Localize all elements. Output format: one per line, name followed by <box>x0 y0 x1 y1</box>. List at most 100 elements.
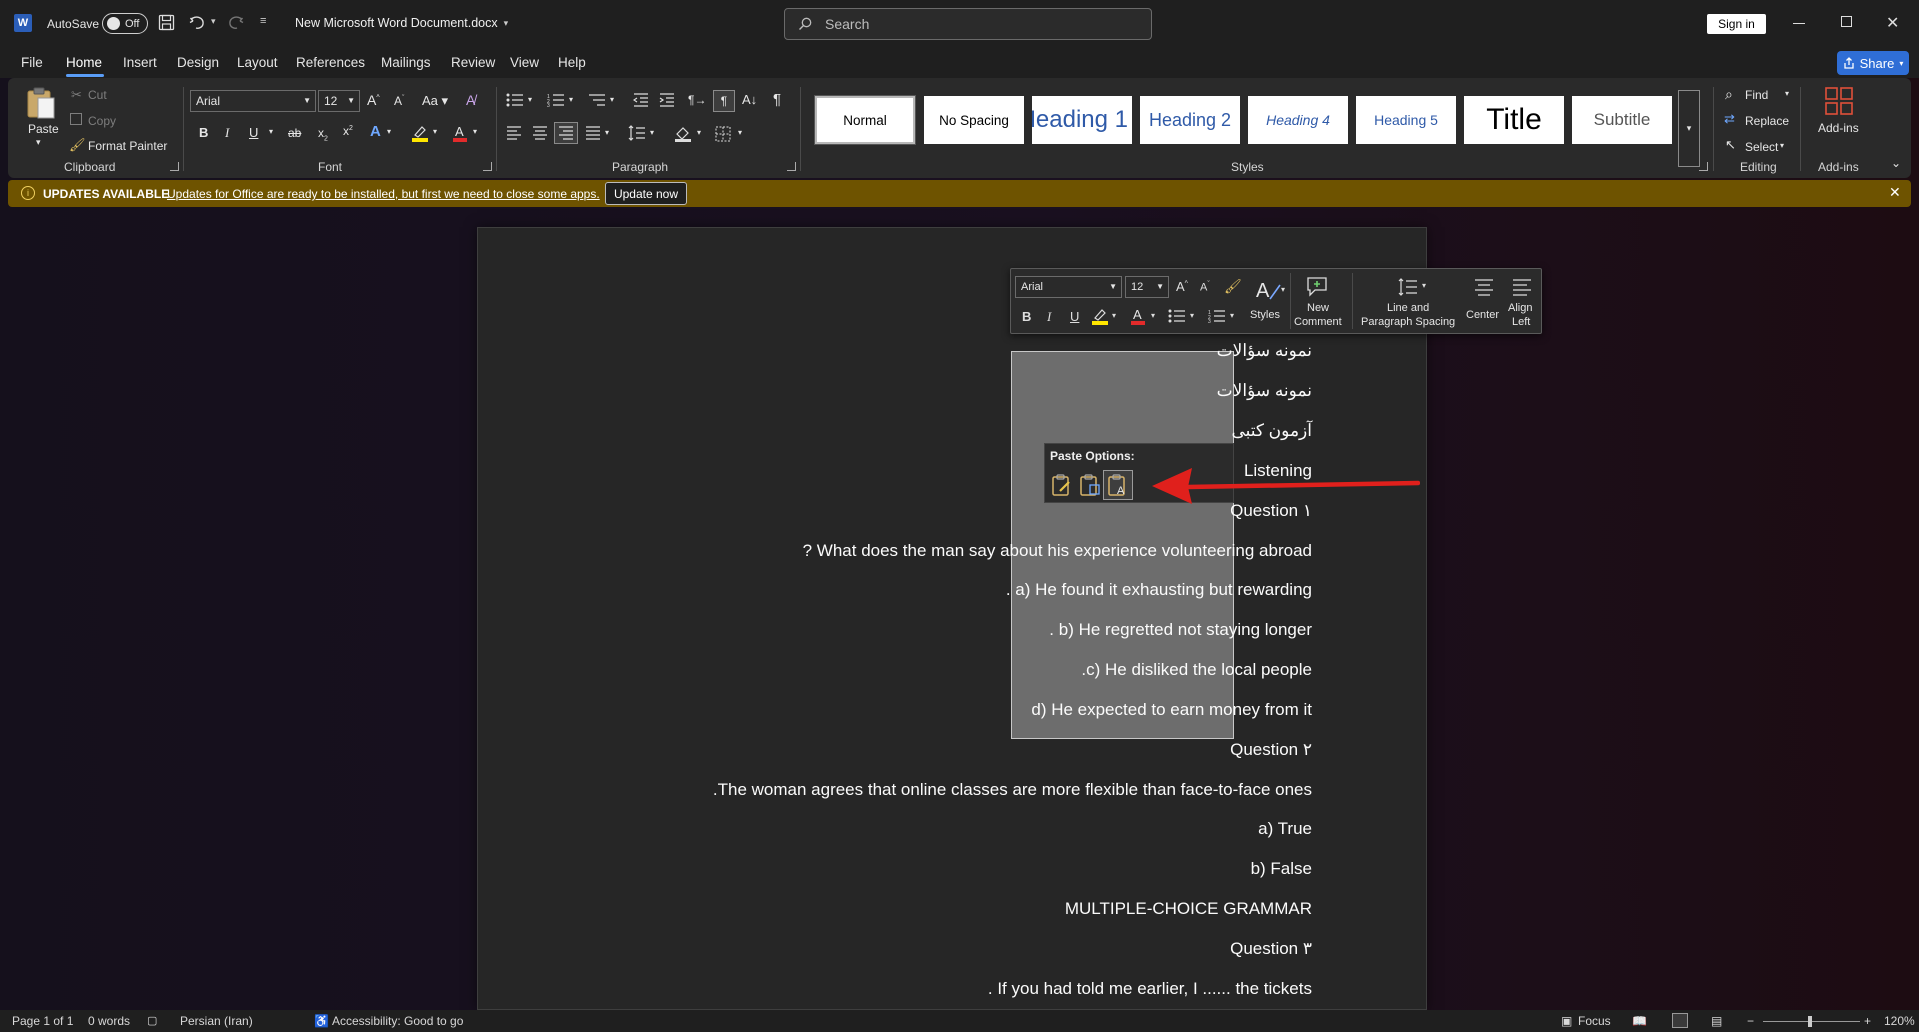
borders-chevron-icon[interactable]: ▾ <box>738 128 742 137</box>
search-box[interactable]: Search <box>784 8 1152 40</box>
styles-launcher-icon[interactable] <box>1699 162 1708 171</box>
new-comment-label-2[interactable]: Comment <box>1294 316 1342 328</box>
keep-text-only-icon[interactable]: A <box>1103 470 1133 500</box>
show-marks-icon[interactable]: ¶ <box>773 91 781 108</box>
paragraph-launcher-icon[interactable] <box>787 162 796 171</box>
tab-help[interactable]: Help <box>558 55 586 70</box>
text-effects-icon[interactable]: A <box>370 123 381 140</box>
select-label[interactable]: Select <box>1745 140 1778 154</box>
mini-shrink-font-icon[interactable]: Aˇ <box>1200 281 1210 294</box>
style-no-spacing[interactable]: No Spacing <box>924 96 1024 144</box>
find-label[interactable]: Find <box>1745 88 1768 102</box>
doc-line[interactable]: d) He expected to earn money from it <box>1031 700 1312 720</box>
font-color-chevron-icon[interactable]: ▾ <box>473 127 477 136</box>
line-spacing-chevron-icon[interactable]: ▾ <box>650 128 654 137</box>
tab-insert[interactable]: Insert <box>123 55 157 70</box>
align-right-icon[interactable] <box>554 122 578 144</box>
replace-label[interactable]: Replace <box>1745 114 1789 128</box>
autosave-toggle[interactable]: Off <box>102 13 148 34</box>
multilevel-list-icon[interactable] <box>588 93 606 107</box>
doc-line[interactable]: Question ۲ <box>1230 740 1312 760</box>
share-button[interactable]: Share ▾ <box>1837 51 1909 75</box>
multilevel-chevron-icon[interactable]: ▾ <box>610 95 614 104</box>
close-icon[interactable]: ✕ <box>1886 13 1899 33</box>
zoom-slider-thumb[interactable] <box>1808 1016 1812 1027</box>
web-layout-icon[interactable]: ▤ <box>1711 1014 1722 1028</box>
style-subtitle[interactable]: Subtitle <box>1572 96 1672 144</box>
mini-font-color-icon[interactable]: A <box>1130 307 1146 325</box>
italic-icon[interactable]: I <box>225 125 229 141</box>
clear-formatting-icon[interactable]: A̸ <box>466 92 475 108</box>
update-message-link[interactable]: Updates for Office are ready to be insta… <box>167 187 600 201</box>
subscript-icon[interactable]: x2 <box>318 126 328 142</box>
mini-numbering-icon[interactable]: 123 <box>1208 309 1226 323</box>
format-painter-label[interactable]: Format Painter <box>88 139 167 153</box>
dismiss-update-icon[interactable]: ✕ <box>1889 184 1901 201</box>
rtl-icon[interactable]: ¶ <box>713 90 735 112</box>
doc-line[interactable]: ? What does the man say about his experi… <box>803 541 1312 561</box>
style-heading-2[interactable]: Heading 2 <box>1140 96 1240 144</box>
find-chevron-icon[interactable]: ▾ <box>1785 89 1789 98</box>
restore-icon[interactable] <box>1841 16 1852 27</box>
mini-align-left-label-1[interactable]: Align <box>1508 302 1532 314</box>
save-icon[interactable] <box>158 14 175 31</box>
zoom-in-icon[interactable]: + <box>1864 1014 1871 1028</box>
select-icon[interactable]: ↖ <box>1725 137 1736 153</box>
tab-design[interactable]: Design <box>177 55 219 70</box>
mini-align-left-icon[interactable] <box>1512 278 1532 296</box>
ltr-icon[interactable]: ¶→ <box>688 93 706 107</box>
mini-bold-icon[interactable]: B <box>1022 309 1031 324</box>
tab-view[interactable]: View <box>510 55 539 70</box>
doc-line[interactable]: a) True <box>1258 819 1312 839</box>
minimize-icon[interactable] <box>1793 23 1805 24</box>
find-icon[interactable]: ⌕ <box>1725 86 1733 103</box>
text-effects-chevron-icon[interactable]: ▾ <box>387 127 391 136</box>
mini-size-dropdown[interactable]: 12 ▼ <box>1125 276 1169 298</box>
merge-formatting-icon[interactable] <box>1078 473 1102 497</box>
style-heading-1[interactable]: Heading 1 <box>1032 96 1132 144</box>
highlight-chevron-icon[interactable]: ▾ <box>433 127 437 136</box>
undo-icon[interactable] <box>189 14 206 31</box>
underline-chevron-icon[interactable]: ▾ <box>269 127 273 136</box>
proofing-icon[interactable]: ▢ <box>147 1014 157 1027</box>
customize-qat-icon[interactable]: ≡ <box>260 15 266 27</box>
highlight-icon[interactable] <box>411 124 429 142</box>
mini-highlight-icon[interactable] <box>1091 307 1109 325</box>
mini-styles-icon[interactable]: A <box>1254 277 1282 303</box>
mini-align-left-label-2[interactable]: Left <box>1512 316 1530 328</box>
mini-font-dropdown[interactable]: Arial ▼ <box>1015 276 1122 298</box>
doc-line[interactable]: نمونه سؤالات <box>1217 341 1312 361</box>
style-title[interactable]: Title <box>1464 96 1564 144</box>
new-comment-icon[interactable] <box>1306 276 1330 298</box>
word-count[interactable]: 0 words <box>88 1014 130 1028</box>
focus-label[interactable]: Focus <box>1578 1014 1611 1028</box>
bullets-chevron-icon[interactable]: ▾ <box>528 95 532 104</box>
shrink-font-icon[interactable]: Aˇ <box>394 94 404 108</box>
mini-numbering-chevron-icon[interactable]: ▾ <box>1230 311 1234 320</box>
language-indicator[interactable]: Persian (Iran) <box>180 1014 253 1028</box>
style-normal[interactable]: Normal <box>814 95 916 145</box>
doc-line[interactable]: . a) He found it exhausting but rewardin… <box>1006 580 1312 600</box>
bold-icon[interactable]: B <box>199 125 208 140</box>
line-spacing-label-1[interactable]: Line and <box>1387 302 1429 314</box>
shading-chevron-icon[interactable]: ▾ <box>697 128 701 137</box>
tab-references[interactable]: References <box>296 55 365 70</box>
underline-icon[interactable]: U <box>249 125 258 140</box>
mini-bullets-icon[interactable] <box>1168 309 1186 323</box>
tab-file[interactable]: File <box>21 55 43 70</box>
decrease-indent-icon[interactable] <box>633 93 649 107</box>
increase-indent-icon[interactable] <box>659 93 675 107</box>
justify-chevron-icon[interactable]: ▾ <box>605 128 609 137</box>
zoom-level[interactable]: 120% <box>1884 1014 1915 1028</box>
sort-icon[interactable]: A↓ <box>742 92 757 107</box>
borders-icon[interactable] <box>715 126 731 142</box>
doc-line[interactable]: Question ۳ <box>1230 939 1312 959</box>
shading-icon[interactable] <box>674 124 692 142</box>
align-center-icon[interactable] <box>532 126 548 140</box>
tab-mailings[interactable]: Mailings <box>381 55 431 70</box>
add-ins-button-label[interactable]: Add-ins <box>1818 121 1859 135</box>
strikethrough-icon[interactable]: ab <box>288 126 301 140</box>
font-color-icon[interactable]: A <box>452 124 468 142</box>
numbering-chevron-icon[interactable]: ▾ <box>569 95 573 104</box>
styles-gallery-more-icon[interactable]: ▾ <box>1678 90 1700 167</box>
